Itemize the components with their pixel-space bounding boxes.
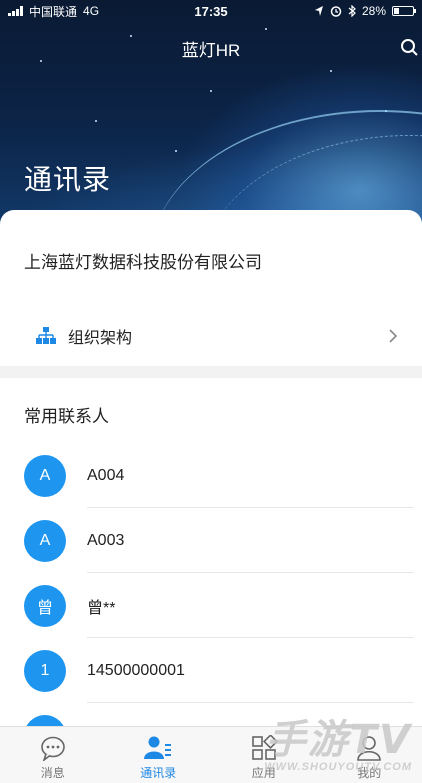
contact-item[interactable]: 曾 曾** — [0, 574, 422, 638]
avatar: A — [24, 455, 66, 497]
alarm-icon — [330, 6, 342, 17]
signal-icon — [8, 6, 23, 16]
tab-messages[interactable]: 消息 — [0, 727, 106, 783]
section-divider — [0, 366, 422, 378]
battery-percent: 28% — [361, 4, 386, 18]
contact-name: 14500000001 — [87, 662, 185, 679]
carrier-label: 中国联通 — [29, 4, 78, 19]
contact-item[interactable]: 1 14500000001 — [0, 639, 422, 703]
tab-label: 通讯录 — [140, 766, 177, 780]
contacts-icon — [144, 736, 172, 759]
battery-icon — [392, 6, 416, 16]
tab-label: 我的 — [357, 766, 382, 780]
app-title: 蓝灯HR — [181, 41, 241, 60]
person-icon — [357, 736, 382, 761]
network-label: 4G — [83, 4, 100, 18]
tab-label: 消息 — [40, 766, 65, 780]
org-structure-label: 组织架构 — [68, 330, 133, 347]
frequent-contacts-title: 常用联系人 — [24, 407, 109, 426]
tab-contacts[interactable]: 通讯录 — [106, 727, 212, 783]
search-icon[interactable] — [400, 38, 418, 56]
contact-name: A003 — [87, 532, 125, 549]
apps-grid-icon — [251, 735, 278, 760]
chevron-right-icon — [389, 329, 398, 343]
avatar: A — [24, 520, 66, 562]
org-structure-row[interactable]: 组织架构 — [0, 310, 422, 362]
company-name: 上海蓝灯数据科技股份有限公司 — [24, 253, 262, 272]
page-title: 通讯录 — [24, 164, 112, 195]
contact-item[interactable]: A A003 — [0, 509, 422, 573]
contact-name: 曾** — [87, 600, 116, 617]
org-chart-icon — [36, 327, 56, 344]
status-bar: 中国联通 4G 17:35 28% — [0, 0, 422, 22]
contact-name: A004 — [87, 467, 125, 484]
bluetooth-icon — [348, 5, 356, 17]
tab-label: 应用 — [251, 766, 276, 780]
tab-apps[interactable]: 应用 — [211, 727, 317, 783]
avatar: 1 — [24, 650, 66, 692]
contact-item[interactable]: A A004 — [0, 444, 422, 508]
tab-bar: 消息 通讯录 应用 我的 — [0, 726, 422, 783]
chat-bubble-icon — [40, 736, 65, 761]
clock: 17:35 — [194, 3, 228, 19]
avatar: 曾 — [24, 585, 66, 627]
location-icon — [314, 6, 323, 16]
contacts-panel: 上海蓝灯数据科技股份有限公司 组织架构 常用联系人 A A004 A A003 … — [0, 210, 422, 730]
tab-me[interactable]: 我的 — [317, 727, 422, 783]
